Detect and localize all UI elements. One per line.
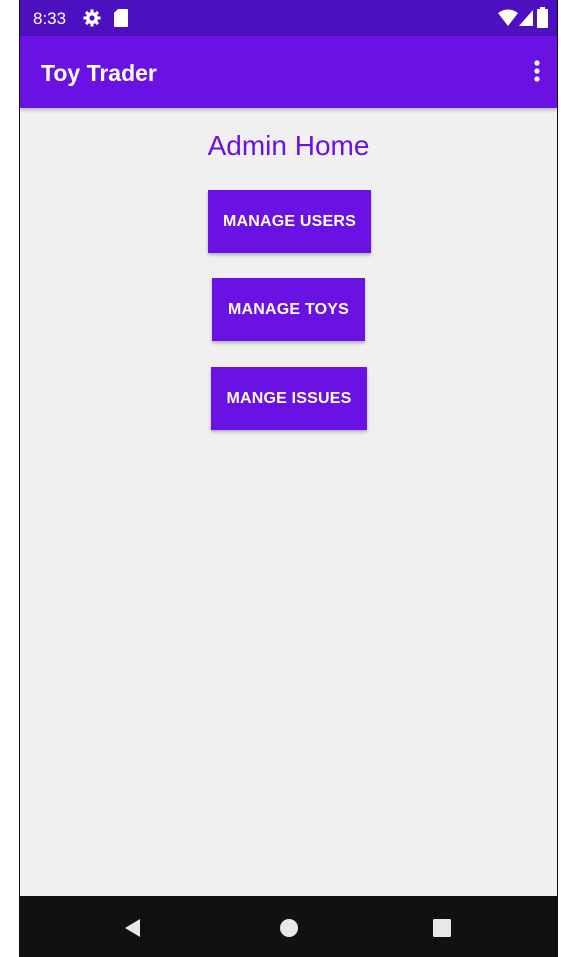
manage-issues-button[interactable]: MANGE ISSUES (211, 367, 367, 430)
battery-icon (537, 7, 548, 33)
back-icon[interactable] (120, 914, 148, 942)
phone-screen: 8:33 Toy Trader Admin Home MANAGE USERS … (19, 0, 558, 957)
app-bar: Toy Trader (20, 36, 557, 108)
manage-toys-button[interactable]: MANAGE TOYS (212, 278, 365, 341)
navigation-bar (20, 896, 557, 957)
wifi-icon (498, 9, 518, 32)
home-icon[interactable] (275, 914, 303, 942)
main-content: Admin Home MANAGE USERS MANAGE TOYS MANG… (20, 108, 557, 896)
cell-signal-icon (518, 9, 534, 32)
app-title: Toy Trader (41, 60, 157, 86)
status-bar: 8:33 (20, 0, 557, 36)
recents-icon[interactable] (428, 914, 456, 942)
more-vert-icon[interactable] (525, 54, 549, 90)
status-time: 8:33 (33, 9, 67, 28)
sd-card-icon (113, 8, 129, 33)
settings-gear-icon (82, 8, 102, 33)
manage-users-button[interactable]: MANAGE USERS (208, 190, 371, 253)
page-title: Admin Home (207, 130, 370, 161)
